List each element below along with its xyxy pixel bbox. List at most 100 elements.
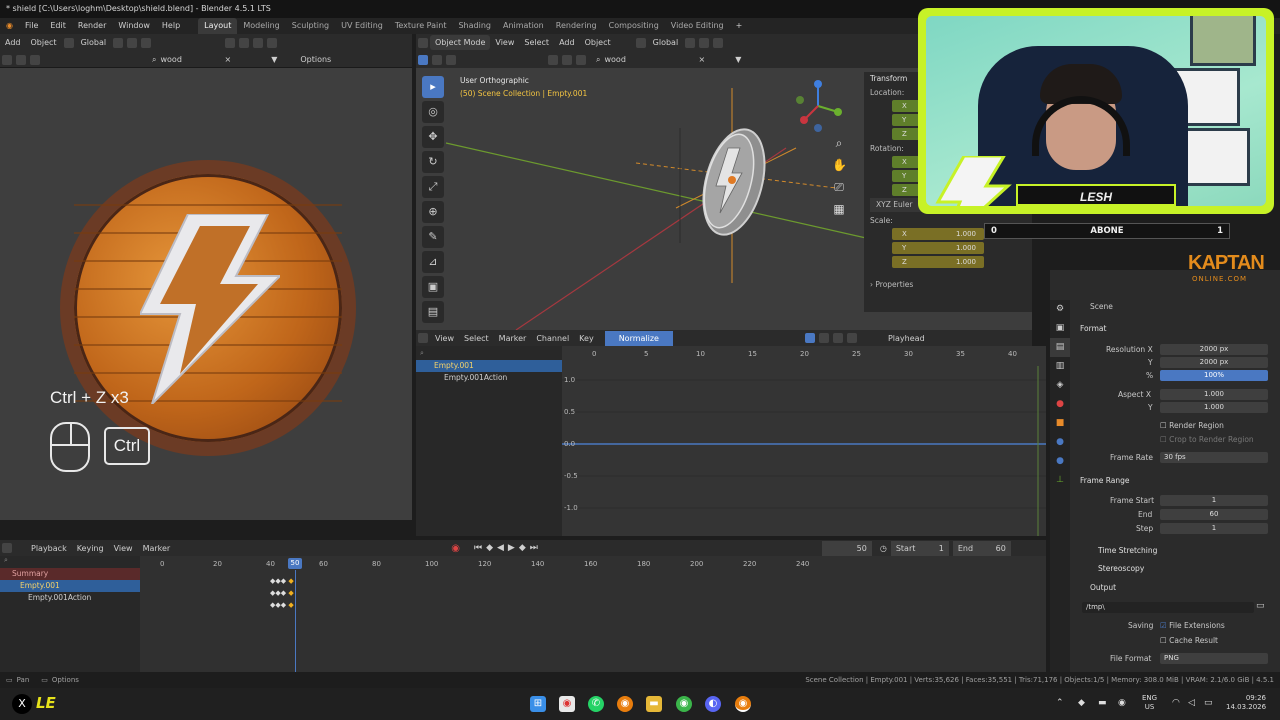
graph-menu-key[interactable]: Key (574, 331, 599, 346)
graph-menu-select[interactable]: Select (459, 331, 494, 346)
graph-menu-marker[interactable]: Marker (494, 331, 532, 346)
frame-rate-dropdown[interactable]: 30 fps (1160, 452, 1268, 463)
image-menu-add[interactable]: Add (0, 35, 26, 50)
resolution-x-field[interactable]: 2000 px (1160, 344, 1268, 355)
snap-icon[interactable] (127, 37, 138, 48)
modifier-tab-icon[interactable]: ● (1050, 433, 1070, 452)
start-frame-field[interactable]: Start 1 (890, 540, 949, 556)
graph-menu-view[interactable]: View (430, 331, 459, 346)
camera-icon[interactable]: ⎚ (832, 176, 846, 198)
timeline-menu-keying[interactable]: Keying (72, 541, 109, 556)
render-tab-icon[interactable]: ▣ (1050, 319, 1070, 338)
scene-tab-icon[interactable]: ◈ (1050, 376, 1070, 395)
snap-icon[interactable] (699, 37, 710, 48)
image-view-area[interactable]: Ctrl + Z x3 Ctrl (0, 68, 412, 520)
toggle-icon[interactable] (2, 54, 12, 65)
filter-icon[interactable]: ▼ (271, 55, 277, 64)
cache-result-checkbox[interactable]: ☐ Cache Result (1160, 636, 1218, 645)
whatsapp-icon[interactable]: ✆ (588, 696, 604, 712)
time-stretching-section[interactable]: Time Stretching (1098, 546, 1157, 555)
workspace-tab-layout[interactable]: Layout (198, 18, 238, 34)
next-keyframe-icon[interactable]: ◆ (519, 543, 526, 553)
file-explorer-icon[interactable]: ▬ (646, 696, 662, 712)
add-workspace-icon[interactable]: + (730, 18, 749, 34)
physics-tab-icon[interactable]: ● (1050, 452, 1070, 471)
frame-step-field[interactable]: 1 (1160, 523, 1268, 534)
playhead-frame-badge[interactable]: 50 (288, 558, 302, 569)
cursor-tool-icon[interactable]: ◎ (422, 101, 444, 123)
jump-start-icon[interactable]: ⏮ (474, 543, 482, 553)
channel-search-field[interactable]: ⌕ (416, 346, 562, 360)
workspace-tab-animation[interactable]: Animation (497, 18, 550, 34)
transform-orientation-icon[interactable] (63, 37, 74, 48)
select-box-icon[interactable] (418, 54, 428, 65)
discord-icon[interactable]: ◐ (705, 696, 721, 712)
workspace-tab-compositing[interactable]: Compositing (603, 18, 665, 34)
close-icon[interactable]: × (224, 55, 231, 64)
aspect-x-field[interactable]: 1.000 (1160, 389, 1268, 400)
menu-file[interactable]: File (19, 18, 44, 34)
measure-tool-icon[interactable]: ⊿ (422, 251, 444, 273)
viewport-search-input[interactable]: wood (600, 55, 690, 64)
select-tool-icon[interactable]: ▸ (422, 76, 444, 98)
blender-logo-icon[interactable]: ◉ (0, 18, 19, 34)
chrome-icon[interactable]: ◉ (559, 696, 575, 712)
normalize-toggle[interactable]: Normalize (604, 330, 673, 346)
stereoscopy-section[interactable]: Stereoscopy (1098, 564, 1144, 573)
editor-type-icon[interactable] (2, 543, 12, 553)
rotate-tool-icon[interactable]: ↻ (422, 151, 444, 173)
menu-render[interactable]: Render (72, 18, 112, 34)
zoom-icon[interactable]: ⌕ (832, 132, 846, 154)
shading-solid-icon[interactable] (239, 37, 250, 48)
timeline-summary-row[interactable]: Summary (0, 568, 140, 580)
start-menu-icon[interactable]: ⊞ (530, 696, 546, 712)
keyframe-diamonds[interactable]: ◆◆◆ ◆ ◆◆◆ ◆ ◆◆◆ ◆ (270, 575, 294, 611)
file-format-dropdown[interactable]: PNG (1160, 653, 1268, 664)
output-tab-icon[interactable]: ▤ (1050, 338, 1070, 357)
transform-tool-icon[interactable]: ⊕ (422, 201, 444, 223)
shading-render-icon[interactable] (267, 37, 278, 48)
editor-type-icon[interactable] (418, 333, 428, 343)
workspace-tab-uv-editing[interactable]: UV Editing (335, 18, 389, 34)
record-button[interactable]: ◉ (451, 543, 460, 554)
play-icon[interactable]: ▶ (508, 543, 515, 553)
viewport-menu-select[interactable]: Select (519, 35, 554, 50)
workspace-tab-video-editing[interactable]: Video Editing (665, 18, 730, 34)
file-extensions-checkbox[interactable]: ☑ File Extensions (1160, 621, 1225, 630)
output-path-field[interactable]: /tmp\ (1082, 602, 1254, 613)
add-cube-tool-icon[interactable]: ▣ (422, 276, 444, 298)
blender-active-icon[interactable]: ◉ (735, 696, 751, 712)
prev-keyframe-icon[interactable]: ◆ (486, 543, 493, 553)
timeline-action-row[interactable]: Empty.001Action (0, 592, 140, 604)
grid-view-icon[interactable]: ▦ (832, 198, 846, 220)
image-orientation-global[interactable]: Global (76, 35, 112, 50)
constraint-tab-icon[interactable]: ⊥ (1050, 471, 1070, 490)
annotate-tool-icon[interactable]: ✎ (422, 226, 444, 248)
add-object-tool-icon[interactable]: ▤ (422, 301, 444, 323)
timeline-empty-row[interactable]: Empty.001 (0, 580, 140, 592)
timeline-menu-view[interactable]: View (109, 541, 138, 556)
pivot-icon[interactable] (846, 333, 857, 343)
close-icon[interactable]: × (698, 55, 705, 64)
scale-tool-icon[interactable]: ⤢ (422, 176, 444, 198)
world-tab-icon[interactable]: ● (1050, 395, 1070, 414)
toggle-icon[interactable] (30, 54, 40, 65)
workspace-tab-rendering[interactable]: Rendering (550, 18, 603, 34)
battery-icon[interactable]: ▭ (1204, 698, 1213, 708)
properties-section[interactable]: › Properties (864, 278, 1032, 292)
workspace-tab-shading[interactable]: Shading (452, 18, 497, 34)
menu-window[interactable]: Window (112, 18, 156, 34)
workspace-tab-sculpting[interactable]: Sculpting (286, 18, 335, 34)
move-tool-icon[interactable]: ✥ (422, 126, 444, 148)
clock[interactable]: 09:26 14.03.2026 (1226, 694, 1266, 712)
graph-area[interactable]: 0 5 10 15 20 25 30 35 40 1.0 0.5 0.0 -0.5 -1.0 (562, 346, 1046, 536)
format-section[interactable]: Format (1080, 324, 1106, 333)
warning-icon[interactable] (818, 333, 829, 343)
jump-end-icon[interactable]: ⏭ (530, 543, 538, 553)
volume-icon[interactable]: ◁ (1188, 698, 1195, 708)
tool-tab-icon[interactable]: ⚙ (1050, 300, 1070, 319)
shading-material-icon[interactable] (562, 54, 572, 65)
image-menu-object[interactable]: Object (26, 35, 62, 50)
proportional-icon[interactable] (141, 37, 152, 48)
view-layer-tab-icon[interactable]: ▥ (1050, 357, 1070, 376)
